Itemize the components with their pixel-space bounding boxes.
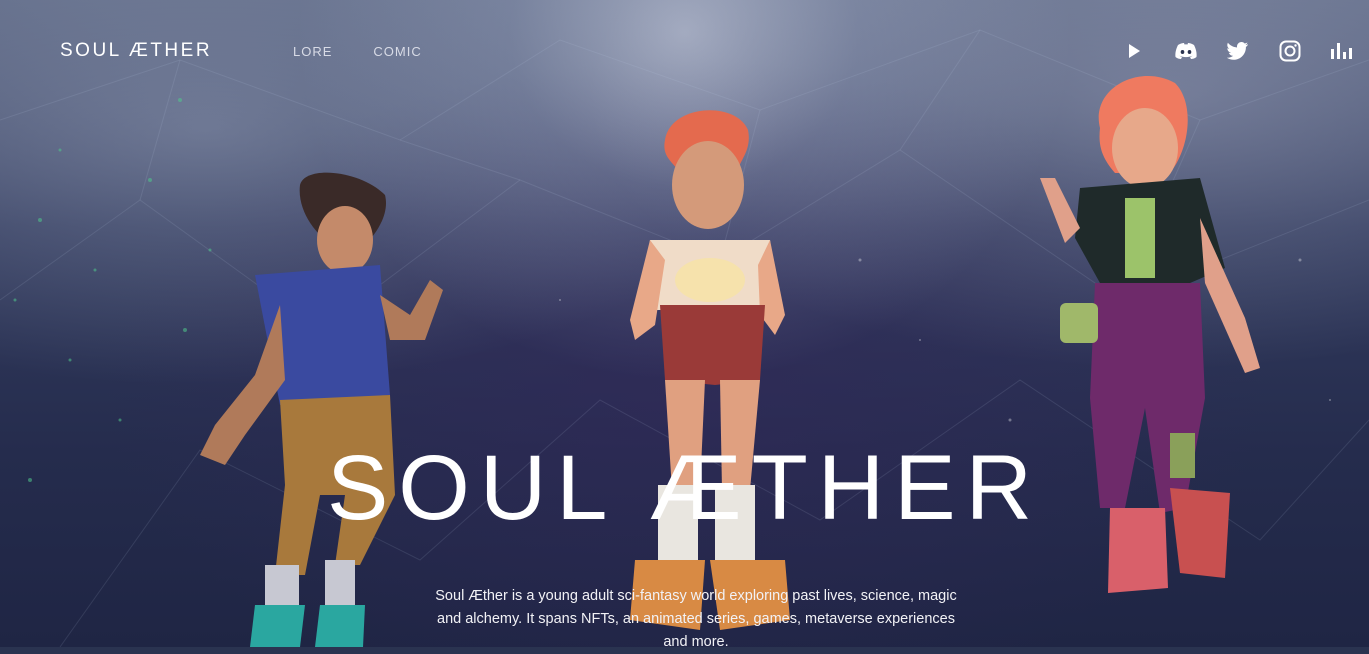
character-center — [630, 110, 790, 630]
instagram-icon[interactable] — [1277, 38, 1303, 64]
hero-title: SOUL ÆTHER — [326, 437, 1043, 539]
site-logo[interactable]: SOUL ÆTHER — [60, 40, 212, 62]
social-links — [1095, 38, 1355, 64]
bar-chart-icon[interactable] — [1329, 38, 1355, 64]
discord-icon[interactable] — [1173, 38, 1199, 64]
main-nav: LORE COMIC — [293, 44, 463, 59]
play-icon[interactable] — [1121, 38, 1147, 64]
hero-description: Soul Æther is a young adult sci-fantasy … — [435, 588, 957, 650]
nav-link-lore[interactable]: LORE — [293, 44, 332, 59]
site-header: SOUL ÆTHER LORE COMIC — [0, 0, 1369, 100]
character-left — [200, 172, 443, 647]
twitter-icon[interactable] — [1225, 38, 1251, 64]
nav-link-comic[interactable]: COMIC — [373, 44, 421, 59]
